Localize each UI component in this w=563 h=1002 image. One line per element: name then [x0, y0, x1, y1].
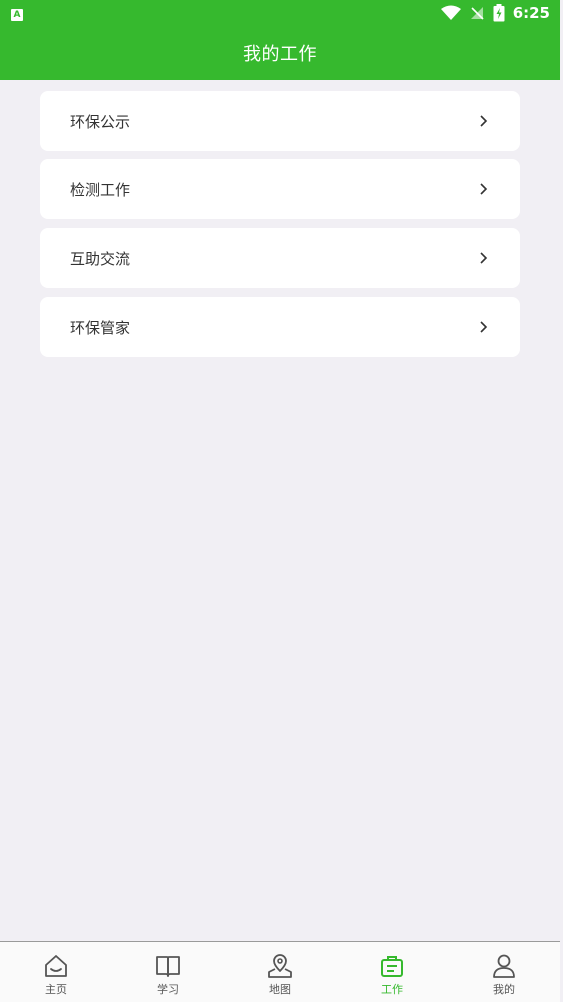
nav-home[interactable]: 主页: [0, 942, 112, 1002]
nav-label: 学习: [157, 983, 179, 996]
no-signal-icon: [470, 7, 484, 20]
bottom-nav: 主页 学习 地图 工作 我的: [0, 941, 560, 1002]
nav-label: 地图: [269, 983, 291, 996]
menu-item-environmental-notice[interactable]: 环保公示: [40, 91, 520, 151]
home-icon: [45, 955, 67, 977]
chevron-right-icon: [480, 183, 488, 195]
nav-label: 工作: [381, 983, 403, 996]
status-bar: A 6:25: [0, 0, 560, 26]
chevron-right-icon: [480, 321, 488, 333]
top-bar: A 6:25 我的工作: [0, 0, 560, 80]
nav-label: 主页: [45, 983, 67, 996]
menu-item-label: 环保管家: [70, 318, 131, 337]
status-icons: 6:25: [440, 3, 550, 23]
nav-label: 我的: [493, 983, 515, 996]
user-icon: [493, 954, 515, 978]
nav-study[interactable]: 学习: [112, 942, 224, 1002]
chevron-right-icon: [480, 115, 488, 127]
clock: 6:25: [512, 4, 550, 22]
chevron-right-icon: [480, 252, 488, 264]
nav-work[interactable]: 工作: [336, 942, 448, 1002]
wifi-icon: [440, 5, 461, 20]
menu-item-label: 检测工作: [70, 180, 131, 199]
book-icon: [156, 956, 180, 977]
menu-item-label: 环保公示: [70, 112, 131, 131]
nav-map[interactable]: 地图: [224, 942, 336, 1002]
menu-item-label: 互助交流: [70, 249, 131, 268]
battery-charging-icon: [493, 4, 505, 22]
app-screen: A 6:25 我的工作 环保公示 检测工作 互助交流 环保管家 主页 学习 地图…: [0, 0, 563, 1002]
menu-item-mutual-exchange[interactable]: 互助交流: [40, 228, 520, 288]
map-pin-icon: [268, 954, 292, 978]
briefcase-icon: [381, 956, 403, 977]
nav-mine[interactable]: 我的: [448, 942, 560, 1002]
menu-item-inspection-work[interactable]: 检测工作: [40, 159, 520, 219]
page-title: 我的工作: [243, 44, 317, 65]
notification-badge: A: [11, 9, 23, 21]
menu-item-environmental-steward[interactable]: 环保管家: [40, 297, 520, 357]
